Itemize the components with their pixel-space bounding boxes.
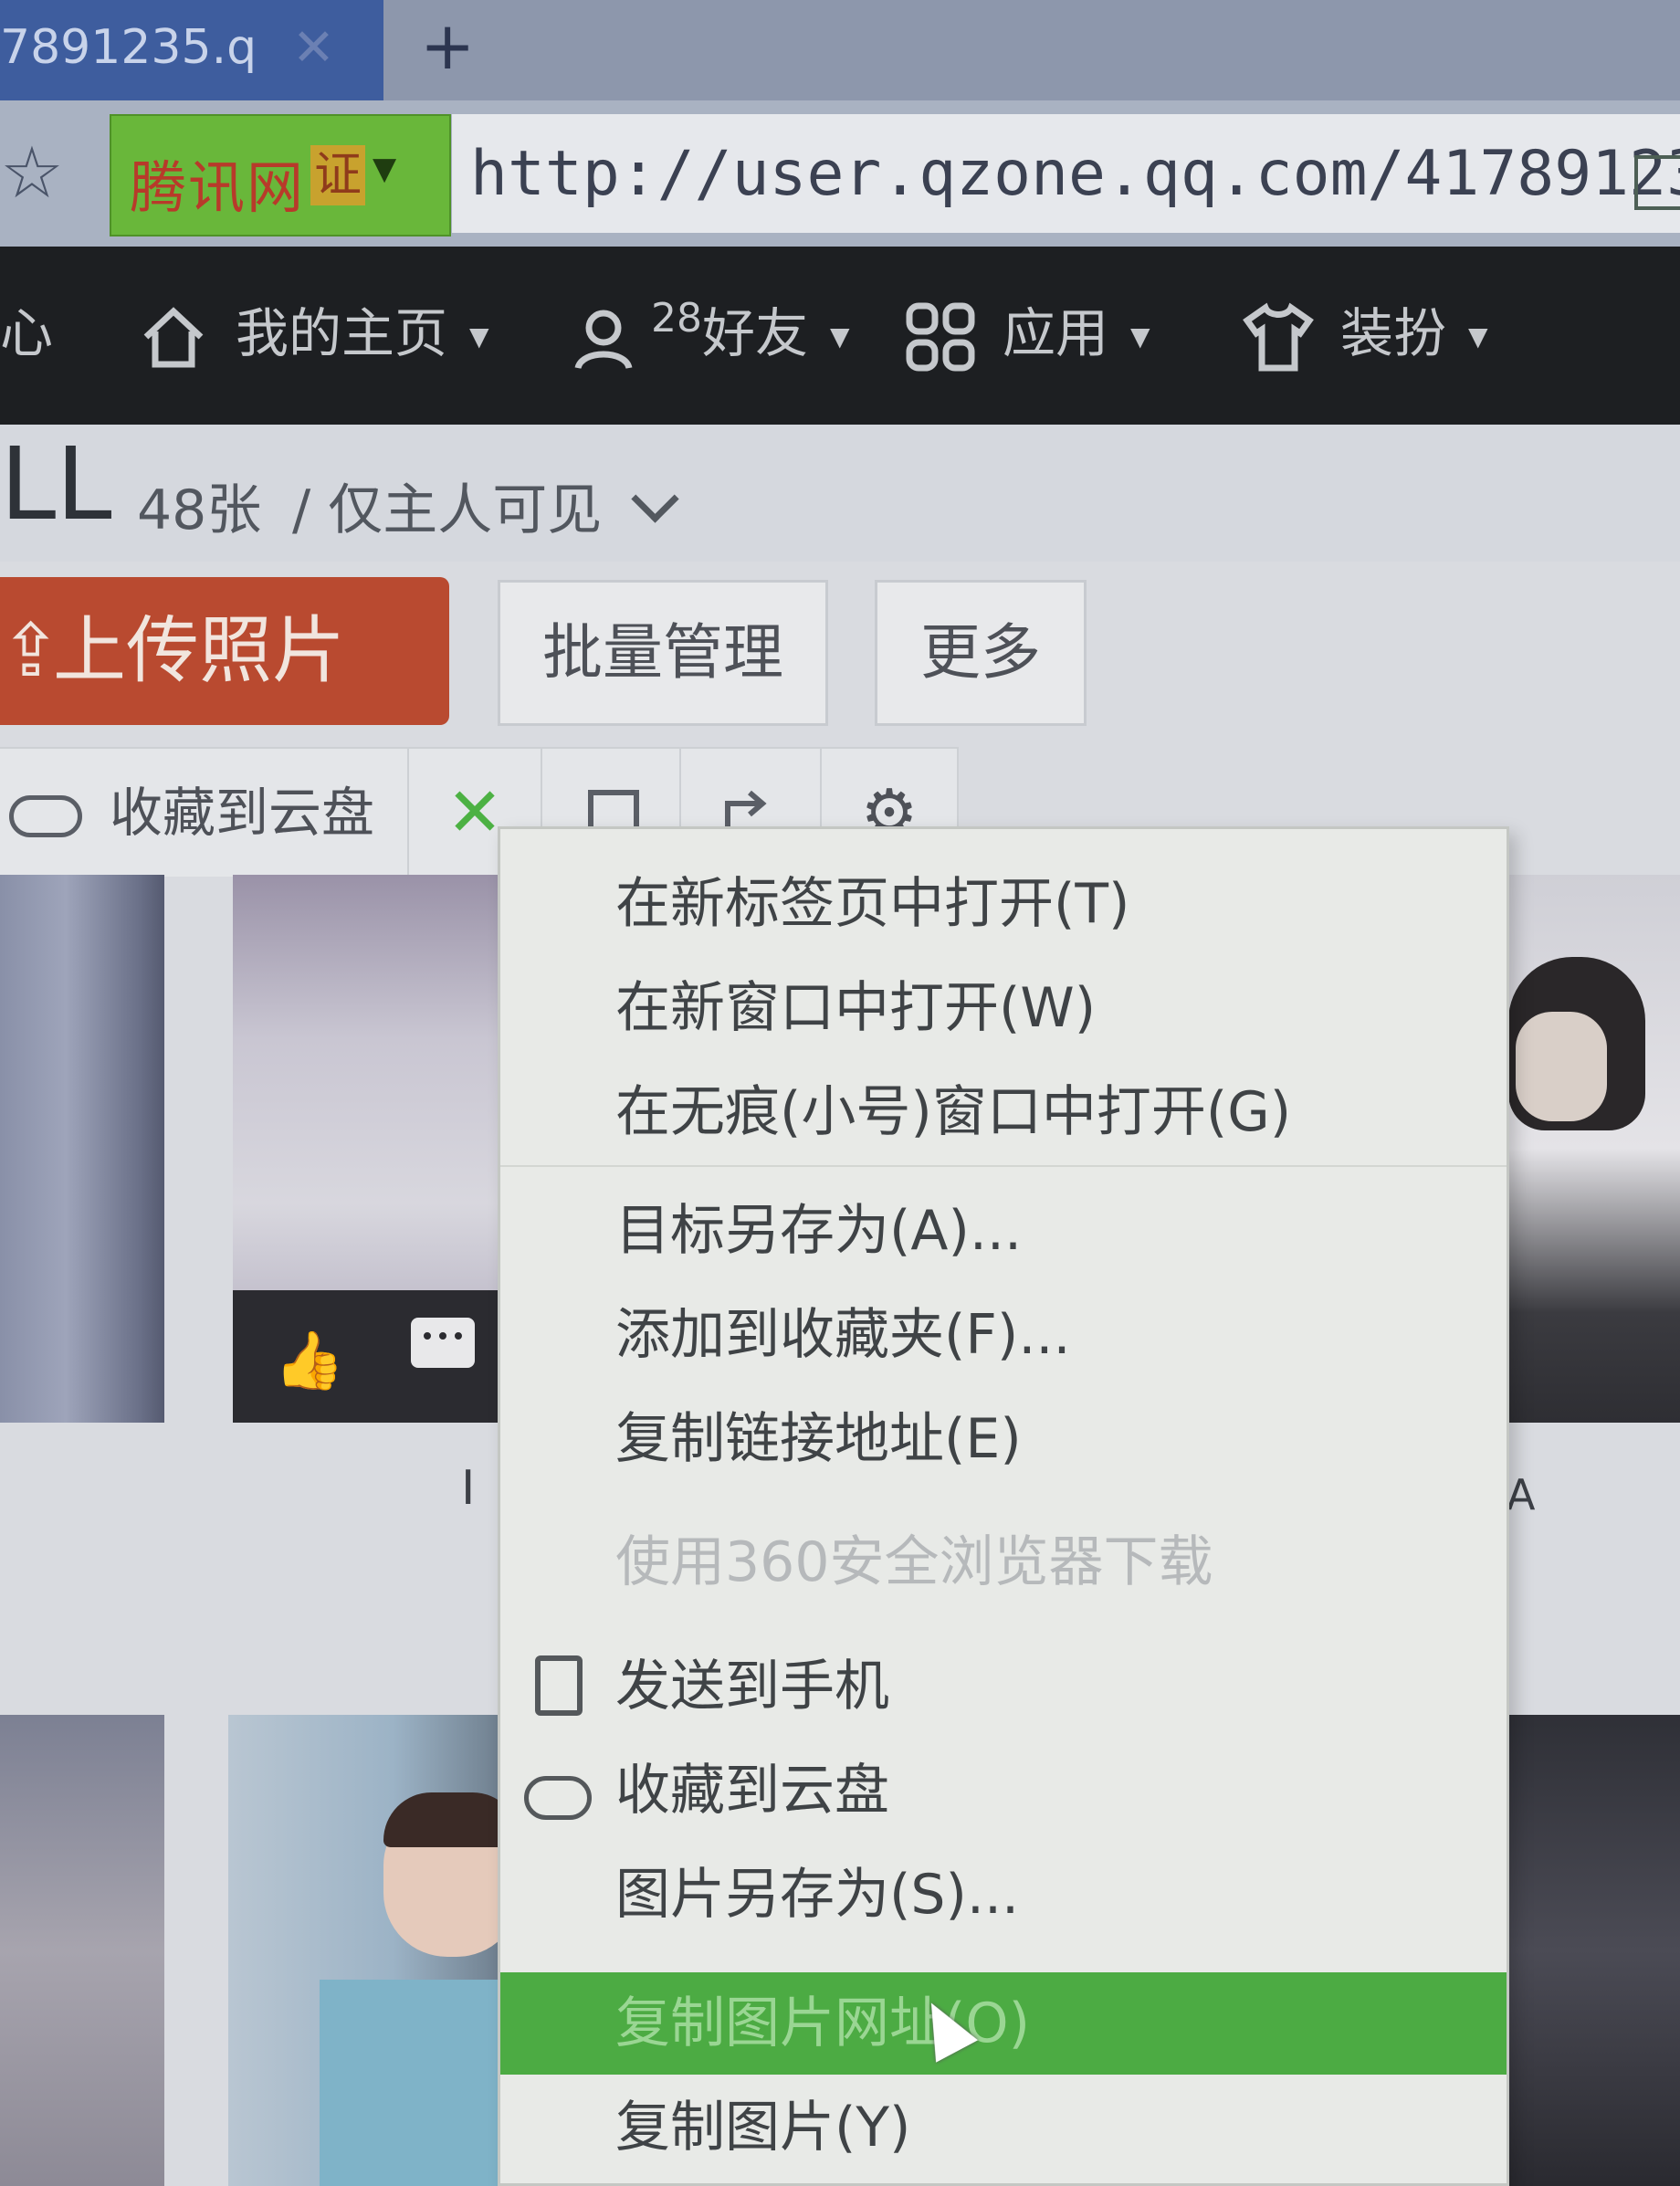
chevron-down-icon: ▼ xyxy=(1468,321,1488,352)
menu-item-open-new-tab[interactable]: 在新标签页中打开(T) xyxy=(500,853,1507,955)
menu-item-copy-image-url[interactable]: 复制图片网址(O) xyxy=(500,1972,1507,2075)
image-icon[interactable] xyxy=(1634,155,1680,210)
menu-separator xyxy=(500,1165,1507,1167)
chevron-down-icon xyxy=(631,475,679,523)
menu-item-copy-image[interactable]: 复制图片(Y) xyxy=(500,2076,1507,2179)
tshirt-icon xyxy=(1243,302,1314,372)
new-tab-button[interactable]: + xyxy=(420,9,475,82)
upload-photos-button[interactable]: ⇪ 上传照片 xyxy=(0,577,449,725)
nav-cut-label: 心 xyxy=(0,302,54,364)
menu-item-save-target-as[interactable]: 目标另存为(A)... xyxy=(500,1180,1507,1282)
chevron-down-icon: ▼ xyxy=(469,321,489,352)
menu-item-label: 使用360安全浏览器下载 xyxy=(615,1530,1213,1594)
nav-item-personal-center[interactable]: 心 xyxy=(0,292,53,374)
menu-item-add-to-favorites[interactable]: 添加到收藏夹(F)... xyxy=(500,1284,1507,1386)
address-bar: ☆ 腾讯网 证 ▼ xyxy=(0,100,1680,247)
menu-item-label: 图片另存为(S)... xyxy=(615,1863,1020,1927)
friends-icon xyxy=(574,310,633,370)
nav-item-my-home[interactable]: 我的主页 ▼ xyxy=(137,292,489,374)
nav-item-dress-up[interactable]: 装扮 ▼ xyxy=(1242,292,1488,374)
upload-icon: ⇪ xyxy=(0,608,62,693)
cloud-icon xyxy=(524,1776,592,1820)
photo-subject-hair xyxy=(383,1792,502,1847)
photo-caption: A xyxy=(1507,1470,1536,1519)
tab-title: 7891235.q xyxy=(0,20,256,75)
batch-manage-button[interactable]: 批量管理 xyxy=(498,580,828,726)
album-info: LL 48张 / 仅主人可见 xyxy=(0,425,1680,562)
photo-caption: I xyxy=(461,1461,476,1516)
menu-item-label: 添加到收藏夹(F)... xyxy=(615,1303,1071,1367)
url-input[interactable] xyxy=(452,114,1680,233)
menu-item-save-to-cloud[interactable]: 收藏到云盘 xyxy=(500,1739,1507,1842)
tab-close-icon[interactable]: ✕ xyxy=(292,0,335,96)
photo-thumbnail[interactable] xyxy=(228,1715,502,2186)
cloud-icon xyxy=(9,794,82,837)
nav-home-label: 我的主页 xyxy=(236,302,448,364)
album-title: LL xyxy=(0,426,112,542)
photo-thumbnail[interactable]: 👍 xyxy=(233,875,498,1423)
nav-apps-label: 应用 xyxy=(1003,302,1109,364)
menu-item-label: 目标另存为(A)... xyxy=(615,1199,1023,1263)
menu-item-label: 在无痕(小号)窗口中打开(G) xyxy=(615,1080,1292,1144)
site-identity-badge[interactable]: 腾讯网 证 ▼ xyxy=(110,114,451,236)
menu-item-label: 在新标签页中打开(T) xyxy=(615,872,1130,936)
album-photo-count: 48张 xyxy=(137,478,262,542)
qzone-top-nav: 心 我的主页 ▼ 28好友 ▼ 应用 ▼ 装扮 ▼ xyxy=(0,247,1680,425)
menu-item-open-incognito[interactable]: 在无痕(小号)窗口中打开(G) xyxy=(500,1061,1507,1163)
home-icon xyxy=(143,307,204,368)
menu-item-open-new-window[interactable]: 在新窗口中打开(W) xyxy=(500,957,1507,1059)
photo-thumbnail[interactable] xyxy=(0,875,164,1423)
chevron-down-icon: ▼ xyxy=(830,321,850,352)
chevron-down-icon: ▼ xyxy=(1130,321,1150,352)
menu-item-label: 收藏到云盘 xyxy=(615,1759,889,1823)
album-privacy-selector[interactable]: / 仅主人可见 xyxy=(292,466,679,545)
save-to-cloud-label: 收藏到云盘 xyxy=(110,782,375,844)
apps-grid-icon xyxy=(906,302,975,372)
menu-item-label: 复制图片(Y) xyxy=(615,2096,911,2160)
more-button[interactable]: 更多 xyxy=(875,580,1087,726)
phone-icon xyxy=(535,1655,583,1716)
photo-thumbnail[interactable] xyxy=(0,1715,164,2186)
menu-item-download-360: 使用360安全浏览器下载 xyxy=(500,1511,1507,1613)
favorite-star-icon[interactable]: ☆ xyxy=(0,137,73,210)
menu-item-label: 发送到手机 xyxy=(615,1655,889,1718)
comment-icon[interactable] xyxy=(411,1318,475,1368)
photo-subject-face xyxy=(1516,1012,1607,1121)
menu-item-send-to-phone[interactable]: 发送到手机 xyxy=(500,1635,1507,1738)
nav-friends-label: 好友 xyxy=(702,302,809,364)
save-to-cloud-button[interactable]: 收藏到云盘 xyxy=(0,749,409,877)
chevron-down-icon: ▼ xyxy=(373,151,397,187)
certificate-icon: 证 xyxy=(310,145,365,205)
photo-thumbnail[interactable] xyxy=(1507,1715,1680,2186)
photo-subject-body xyxy=(320,1980,502,2186)
nav-dress-label: 装扮 xyxy=(1340,302,1447,364)
site-badge-name: 腾讯网 xyxy=(130,154,306,221)
menu-item-save-image-as[interactable]: 图片另存为(S)... xyxy=(500,1844,1507,1946)
menu-item-copy-link[interactable]: 复制链接地址(E) xyxy=(500,1388,1507,1490)
photo-thumbnail[interactable] xyxy=(1507,875,1680,1423)
menu-item-label: 复制链接地址(E) xyxy=(615,1407,1022,1471)
upload-label: 上传照片 xyxy=(53,608,345,693)
friends-count-badge: 28 xyxy=(651,295,702,342)
browser-tab[interactable]: 7891235.q ✕ xyxy=(0,0,383,100)
like-thumb-icon[interactable]: 👍 xyxy=(274,1327,344,1394)
context-menu: 在新标签页中打开(T) 在新窗口中打开(W) 在无痕(小号)窗口中打开(G) 目… xyxy=(498,826,1509,2186)
nav-item-apps[interactable]: 应用 ▼ xyxy=(904,292,1150,374)
menu-item-label: 在新窗口中打开(W) xyxy=(615,976,1097,1040)
photo-action-bar: 👍 xyxy=(233,1290,498,1423)
album-privacy-label: / 仅主人可见 xyxy=(292,478,603,542)
tab-bar: 7891235.q ✕ + xyxy=(0,0,1680,100)
nav-item-friends[interactable]: 28好友 ▼ xyxy=(571,292,850,374)
